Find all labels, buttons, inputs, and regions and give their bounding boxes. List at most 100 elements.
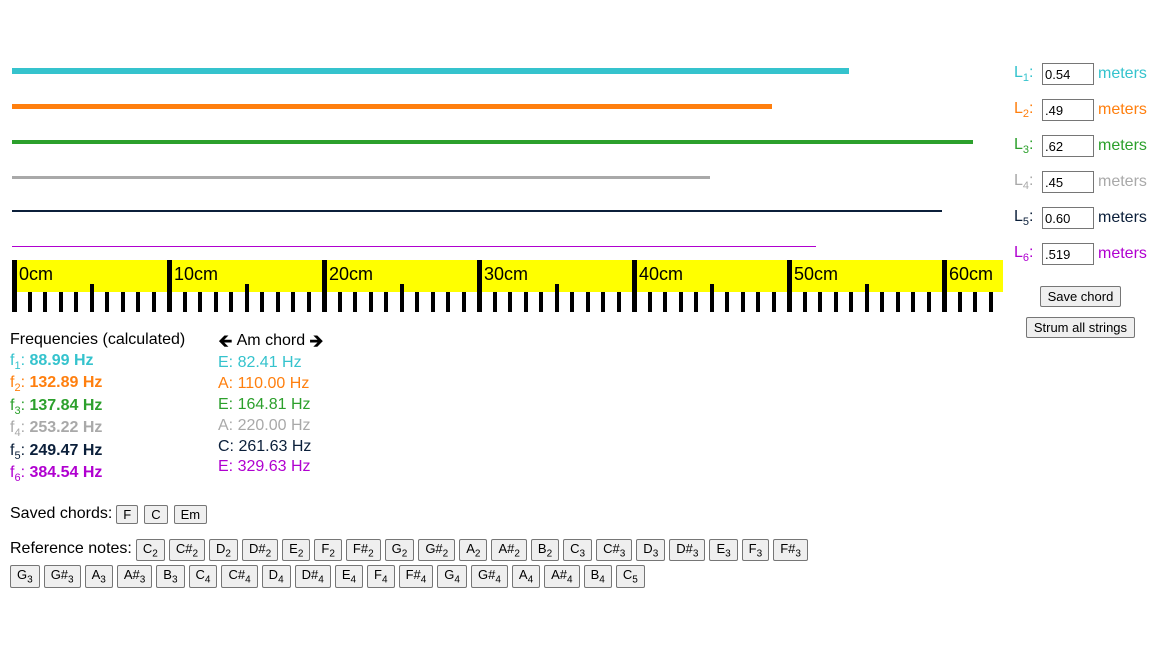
ref-note-button[interactable]: A#2 [491, 539, 526, 562]
ref-note-button[interactable]: A#3 [117, 565, 152, 588]
ref-note-button[interactable]: C4 [189, 565, 218, 588]
ref-note-button[interactable]: G#2 [418, 539, 455, 562]
ref-note-button[interactable]: A2 [459, 539, 487, 562]
ruler-tick [493, 292, 497, 312]
ref-note-button[interactable]: D2 [209, 539, 238, 562]
ruler-label: 10cm [174, 264, 218, 285]
ruler-tick [539, 292, 543, 312]
ruler-tick [989, 292, 993, 312]
chord-note-5: C: 261.63 Hz [218, 437, 518, 458]
ref-note-button[interactable]: A4 [512, 565, 540, 588]
freq-row-3: f3: 137.84 Hz [10, 396, 218, 418]
ref-note-button[interactable]: G2 [385, 539, 415, 562]
ref-note-button[interactable]: F#2 [346, 539, 381, 562]
saved-chord-button[interactable]: Em [174, 505, 208, 524]
ruler-tick [818, 292, 822, 312]
chord-next-icon[interactable]: 🡺 [309, 330, 324, 353]
ruler-tick [741, 292, 745, 312]
meters-label: meters [1098, 137, 1147, 155]
ref-note-button[interactable]: D#4 [295, 565, 331, 588]
ruler-tick [291, 292, 295, 312]
string-6[interactable] [12, 246, 816, 247]
ruler-tick [632, 260, 637, 312]
freq-row-1: f1: 88.99 Hz [10, 351, 218, 373]
ref-note-button[interactable]: F#3 [773, 539, 808, 562]
ruler-tick [183, 292, 187, 312]
reference-notes-label: Reference notes: [10, 539, 132, 560]
ruler-tick [462, 292, 466, 312]
ref-note-button[interactable]: F2 [314, 539, 342, 562]
ruler-tick [508, 292, 512, 312]
chord-note-1: E: 82.41 Hz [218, 353, 518, 374]
string-area [10, 50, 1010, 260]
ref-note-button[interactable]: G#3 [44, 565, 81, 588]
ruler-tick [198, 292, 202, 312]
freq-row-5: f5: 249.47 Hz [10, 441, 218, 463]
ref-note-button[interactable]: E3 [709, 539, 737, 562]
ruler-tick [570, 292, 574, 312]
string-1[interactable] [12, 68, 849, 74]
ref-note-button[interactable]: F4 [367, 565, 395, 588]
string-2[interactable] [12, 104, 772, 109]
ruler-tick [431, 292, 435, 312]
chord-prev-icon[interactable]: 🡸 [218, 330, 233, 353]
string-5[interactable] [12, 210, 942, 212]
save-chord-button[interactable]: Save chord [1040, 286, 1122, 307]
ruler-tick [973, 292, 977, 312]
ruler-tick [59, 292, 63, 312]
length-input-4[interactable] [1042, 171, 1094, 193]
meters-label: meters [1098, 209, 1147, 227]
ruler-label: 20cm [329, 264, 373, 285]
ref-note-button[interactable]: F#4 [399, 565, 434, 588]
ref-note-button[interactable]: E2 [282, 539, 310, 562]
ref-note-button[interactable]: A3 [85, 565, 113, 588]
ruler-tick [245, 284, 249, 312]
ruler-tick [772, 292, 776, 312]
ref-note-button[interactable]: G#4 [471, 565, 508, 588]
freq-row-4: f4: 253.22 Hz [10, 418, 218, 440]
length-input-2[interactable] [1042, 99, 1094, 121]
ref-note-button[interactable]: F3 [742, 539, 770, 562]
length-input-6[interactable] [1042, 243, 1094, 265]
ref-note-button[interactable]: B4 [584, 565, 612, 588]
ruler-tick [958, 292, 962, 312]
ruler-tick [725, 292, 729, 312]
ref-note-button[interactable]: G4 [437, 565, 467, 588]
ref-note-button[interactable]: D#3 [669, 539, 705, 562]
ruler-tick [663, 292, 667, 312]
ruler-label: 0cm [19, 264, 53, 285]
ref-note-button[interactable]: B3 [156, 565, 184, 588]
ref-note-button[interactable]: D3 [636, 539, 665, 562]
ref-note-button[interactable]: C#4 [221, 565, 257, 588]
saved-chord-button[interactable]: C [144, 505, 167, 524]
ref-note-button[interactable]: C5 [616, 565, 645, 588]
ruler-tick [369, 292, 373, 312]
ruler-tick [446, 292, 450, 312]
ref-note-button[interactable]: C#3 [596, 539, 632, 562]
string-3[interactable] [12, 140, 973, 144]
ref-note-button[interactable]: D4 [262, 565, 291, 588]
ref-note-button[interactable]: B2 [531, 539, 559, 562]
ref-note-button[interactable]: A#4 [544, 565, 579, 588]
ref-note-button[interactable]: C3 [563, 539, 592, 562]
ref-note-button[interactable]: E4 [335, 565, 363, 588]
ruler-tick [214, 292, 218, 312]
saved-chord-button[interactable]: F [116, 505, 138, 524]
ref-note-button[interactable]: C2 [136, 539, 165, 562]
ref-note-button[interactable]: C#2 [169, 539, 205, 562]
length-input-5[interactable] [1042, 207, 1094, 229]
ref-note-button[interactable]: G3 [10, 565, 40, 588]
ruler-tick [12, 260, 17, 312]
length-input-1[interactable] [1042, 63, 1094, 85]
length-input-3[interactable] [1042, 135, 1094, 157]
string-4[interactable] [12, 176, 710, 179]
ruler-tick [322, 260, 327, 312]
ruler-tick [415, 292, 419, 312]
ruler-label: 60cm [949, 264, 993, 285]
chord-note-2: A: 110.00 Hz [218, 374, 518, 395]
ruler-tick [942, 260, 947, 312]
ruler-tick [896, 292, 900, 312]
ref-note-button[interactable]: D#2 [242, 539, 278, 562]
strum-all-button[interactable]: Strum all strings [1026, 317, 1135, 338]
chord-note-3: E: 164.81 Hz [218, 395, 518, 416]
